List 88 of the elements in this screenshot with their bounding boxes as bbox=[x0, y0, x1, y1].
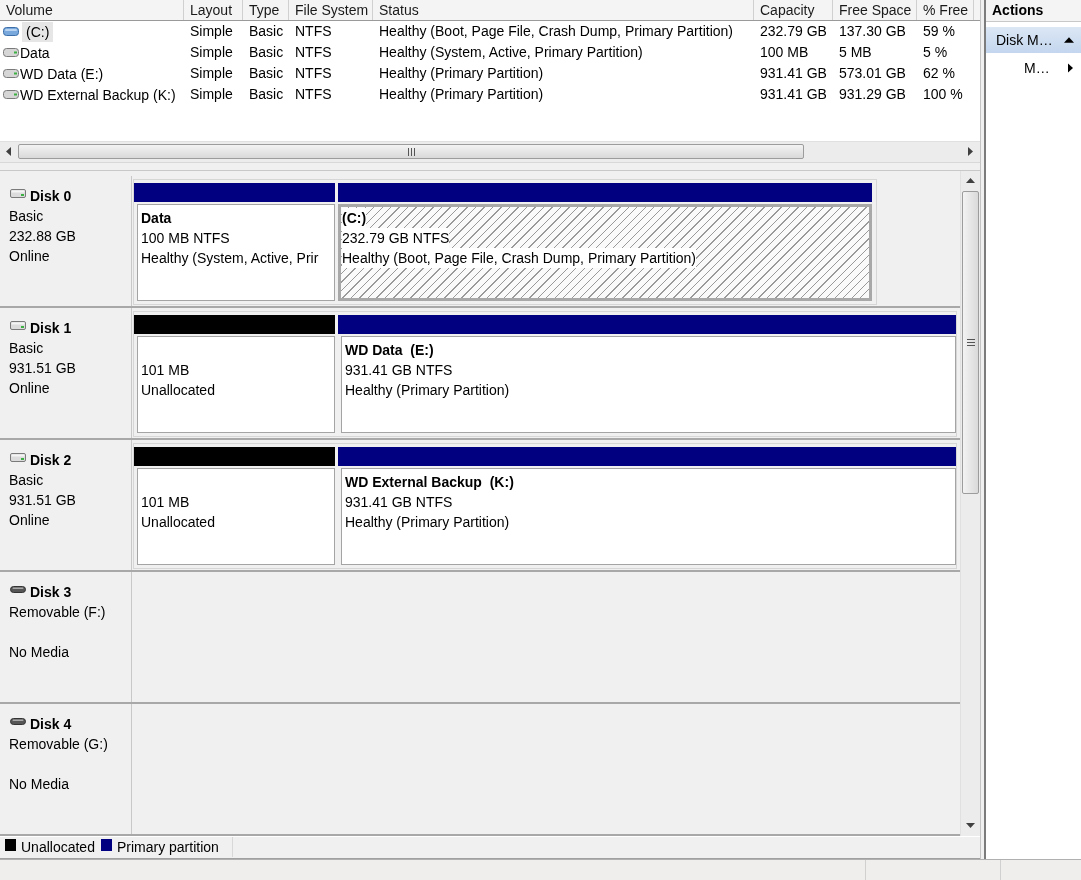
disk-size: 931.51 GB bbox=[9, 491, 76, 510]
partition-block[interactable]: (C:) 232.79 GB NTFS Healthy (Boot, Page File, Crash Dump, Primary Partition) bbox=[338, 204, 872, 301]
drive-label[interactable]: WD External Backup (K:) bbox=[20, 84, 176, 105]
disk-size: 931.51 GB bbox=[9, 359, 76, 378]
table-cell-text: NTFS bbox=[294, 64, 333, 83]
table-cell-text: Basic bbox=[248, 43, 285, 62]
column-header[interactable]: % Free bbox=[917, 0, 974, 20]
table-cell-text: Healthy (System, Active, Primary Partition) bbox=[378, 43, 644, 62]
column-header[interactable]: Free Space bbox=[833, 0, 917, 20]
table-cell-text: Simple bbox=[189, 22, 234, 41]
action-item[interactable]: M… bbox=[986, 53, 1081, 83]
disk-status: No Media bbox=[9, 643, 69, 662]
table-cell-text: 5 MB bbox=[838, 43, 873, 62]
table-cell-text: Healthy (Primary Partition) bbox=[378, 64, 545, 83]
table-cell-text: 59 % bbox=[922, 22, 956, 41]
disk-type: Removable (F:) bbox=[9, 603, 106, 622]
table-cell-text: NTFS bbox=[294, 22, 333, 41]
scrollbar-thumb[interactable] bbox=[962, 191, 979, 494]
legend-label: Unallocated bbox=[21, 838, 95, 857]
table-cell-text: 62 % bbox=[922, 64, 956, 83]
disk-status: Online bbox=[9, 379, 50, 398]
scroll-right-icon[interactable] bbox=[968, 147, 973, 157]
table-cell-text: NTFS bbox=[294, 85, 333, 104]
disk-name: Disk 0 bbox=[30, 188, 72, 204]
table-cell-text: Simple bbox=[189, 64, 234, 83]
drive-icon bbox=[3, 69, 19, 78]
disk-name: Disk 1 bbox=[30, 320, 72, 336]
scroll-left-icon[interactable] bbox=[6, 147, 11, 157]
disk-size: 232.88 GB bbox=[9, 227, 76, 246]
pane-title: Actions bbox=[986, 0, 1081, 22]
vertical-scrollbar[interactable] bbox=[960, 171, 980, 836]
column-header[interactable]: Volume bbox=[0, 0, 184, 20]
partition-block[interactable]: 101 MB Unallocated bbox=[137, 468, 335, 565]
table-cell-text: Simple bbox=[189, 43, 234, 62]
up-triangle-icon[interactable] bbox=[1064, 37, 1074, 43]
drive-label[interactable]: (C:) bbox=[22, 21, 54, 42]
partition-block[interactable]: WD Data (E:) 931.41 GB NTFS Healthy (Primary Partition) bbox=[341, 336, 956, 433]
disk-name: Disk 4 bbox=[30, 716, 72, 732]
drive-icon bbox=[3, 48, 19, 57]
column-header[interactable]: File System bbox=[289, 0, 373, 20]
partition-status: Healthy (Boot, Page File, Crash Dump, Primary Partition) bbox=[342, 248, 696, 268]
column-header[interactable]: Status bbox=[373, 0, 754, 20]
drive-label[interactable]: Data bbox=[20, 42, 50, 63]
drive-icon bbox=[3, 27, 19, 36]
drive-label[interactable]: WD Data (E:) bbox=[20, 63, 104, 84]
drive-icon bbox=[3, 90, 19, 99]
grip-icon bbox=[966, 339, 975, 346]
legend-label: Primary partition bbox=[116, 838, 219, 857]
table-cell-text: 100 % bbox=[922, 85, 964, 104]
table-cell-text: 100 MB bbox=[759, 43, 810, 62]
table-cell-text: 5 % bbox=[922, 43, 949, 62]
disk-name: Disk 2 bbox=[30, 452, 72, 468]
disk-status: No Media bbox=[9, 775, 69, 794]
partition-block[interactable]: WD External Backup (K:) 931.41 GB NTFS Healthy (Primary Partition) bbox=[341, 468, 956, 565]
scroll-up-icon[interactable] bbox=[966, 178, 975, 183]
disk-name: Disk 3 bbox=[30, 584, 72, 600]
submenu-arrow-icon bbox=[1068, 63, 1073, 73]
disk-status: Online bbox=[9, 247, 50, 266]
table-cell-text: 573.01 GB bbox=[838, 64, 907, 83]
table-cell-text: Healthy (Boot, Page File, Crash Dump, Primary Partition) bbox=[378, 22, 734, 41]
grip-icon bbox=[407, 147, 415, 156]
column-header[interactable]: Type bbox=[243, 0, 289, 20]
table-cell-text: 931.41 GB bbox=[759, 85, 828, 104]
column-header[interactable]: Capacity bbox=[754, 0, 833, 20]
disk-status: Online bbox=[9, 511, 50, 530]
table-cell-text: Basic bbox=[248, 85, 285, 104]
disk-type: Basic bbox=[9, 471, 44, 490]
table-cell-text: 232.79 GB bbox=[759, 22, 828, 41]
disk-type: Basic bbox=[9, 207, 44, 226]
table-cell-text: 137.30 GB bbox=[838, 22, 907, 41]
disk-type: Basic bbox=[9, 339, 44, 358]
table-cell-text: 931.41 GB bbox=[759, 64, 828, 83]
table-cell-text: Healthy (Primary Partition) bbox=[378, 85, 545, 104]
table-cell-text: Basic bbox=[248, 64, 285, 83]
scroll-down-icon[interactable] bbox=[966, 823, 975, 828]
partition-block[interactable]: Data 100 MB NTFS Healthy (System, Active, Prir bbox=[137, 204, 335, 301]
table-cell-text: NTFS bbox=[294, 43, 333, 62]
disk-type: Removable (G:) bbox=[9, 735, 108, 754]
horizontal-scrollbar[interactable] bbox=[0, 140, 980, 162]
partition-size: 232.79 GB NTFS bbox=[342, 228, 450, 248]
scrollbar-thumb[interactable] bbox=[18, 144, 804, 160]
action-section-header[interactable]: Disk M… bbox=[986, 27, 1081, 53]
table-cell-text: 931.29 GB bbox=[838, 85, 907, 104]
partition-name: (C:) bbox=[342, 208, 367, 228]
column-header[interactable]: Layout bbox=[184, 0, 243, 20]
partition-block[interactable]: 101 MB Unallocated bbox=[137, 336, 335, 433]
table-cell-text: Basic bbox=[248, 22, 285, 41]
table-cell-text: Simple bbox=[189, 85, 234, 104]
